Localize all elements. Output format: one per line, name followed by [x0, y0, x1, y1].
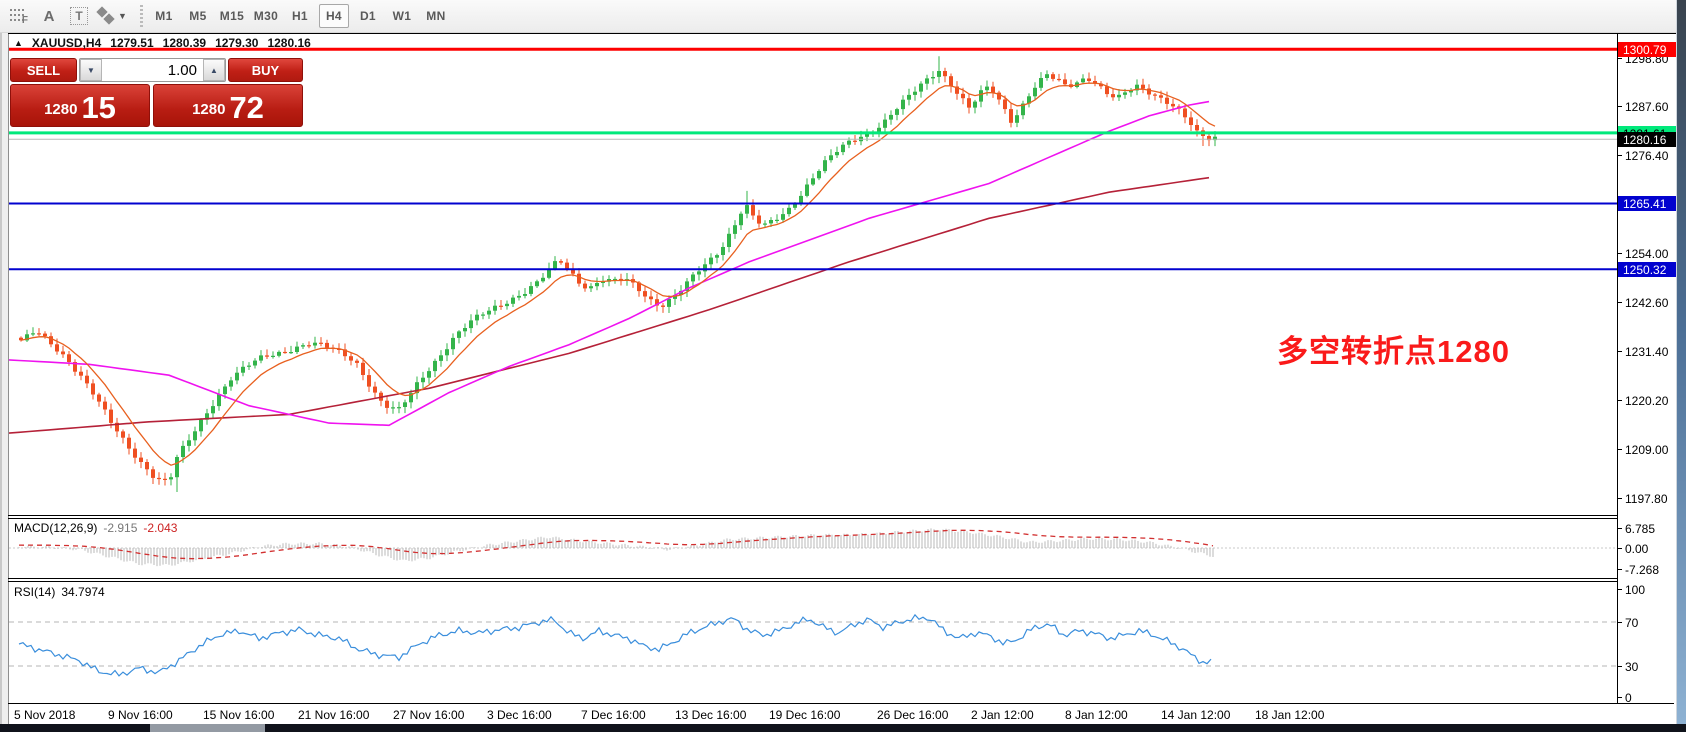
timeframe-button-m30[interactable]: M30 [251, 4, 281, 28]
date-axis-label: 26 Dec 16:00 [877, 708, 948, 722]
rsi-indicator-chart [9, 582, 1617, 703]
macd-label: MACD(12,26,9) [14, 521, 97, 535]
volume-increase-button[interactable]: ▲ [203, 59, 225, 81]
price-axis-label: 1242.60 [1622, 295, 1676, 310]
date-axis-label: 5 Nov 2018 [14, 708, 75, 722]
arrows-tool-icon [97, 8, 115, 24]
buy-price-pips: 72 [229, 95, 263, 121]
timeframe-button-h4[interactable]: H4 [319, 4, 349, 28]
volume-spinner: ▼ 1.00 ▲ [79, 58, 226, 82]
toolbar: F A T ▼ M1M5M15M30H1H4D1W1MN [0, 0, 1676, 33]
price-level-flag: 1300.79 [1618, 42, 1676, 57]
ohlc-close: 1280.16 [267, 36, 310, 50]
text-label-tool-button[interactable]: A [36, 4, 62, 28]
rsi-axis-label: 0 [1622, 690, 1676, 705]
price-axis-label: 1254.00 [1622, 246, 1676, 261]
arrows-tool-button[interactable]: ▼ [96, 4, 128, 28]
macd-axis-label: 0.00 [1622, 541, 1676, 556]
sell-button[interactable]: SELL [10, 58, 77, 82]
price-axis-label: 1220.20 [1622, 393, 1676, 408]
buy-button[interactable]: BUY [228, 58, 303, 82]
macd-axis-label: -7.268 [1622, 562, 1676, 577]
date-axis-border [8, 703, 1674, 704]
rsi-label: RSI(14) [14, 585, 55, 599]
timeframe-button-d1[interactable]: D1 [353, 4, 383, 28]
macd-axis-label: 6.785 [1622, 521, 1676, 536]
timeframe-button-mn[interactable]: MN [421, 4, 451, 28]
bottom-scrollbar[interactable] [0, 724, 1686, 732]
price-axis-label: 1276.40 [1622, 148, 1676, 163]
volume-decrease-button[interactable]: ▼ [80, 59, 102, 81]
rsi-axis-label: 70 [1622, 615, 1676, 630]
sell-price-base: 1280 [44, 101, 77, 118]
toolbar-separator [140, 5, 143, 27]
price-level-flag: 1265.41 [1618, 196, 1676, 211]
buy-price-base: 1280 [192, 101, 225, 118]
ohlc-open: 1279.51 [110, 36, 153, 50]
scrollbar-thumb[interactable] [150, 724, 265, 732]
timeframe-button-m5[interactable]: M5 [183, 4, 213, 28]
macd-value-signal: -2.043 [143, 521, 177, 535]
sell-price-box[interactable]: 1280 15 [10, 84, 150, 127]
timeframe-button-h1[interactable]: H1 [285, 4, 315, 28]
date-axis-label: 3 Dec 16:00 [487, 708, 552, 722]
panel-separator[interactable] [8, 578, 1617, 579]
price-level-flag: 1250.32 [1618, 262, 1676, 277]
timeframe-button-m15[interactable]: M15 [217, 4, 247, 28]
date-axis-label: 8 Jan 12:00 [1065, 708, 1128, 722]
ohlc-high: 1280.39 [163, 36, 206, 50]
macd-value-main: -2.915 [103, 521, 137, 535]
indicator-list-icon: F [10, 8, 28, 24]
timeframe-button-w1[interactable]: W1 [387, 4, 417, 28]
date-axis-label: 19 Dec 16:00 [769, 708, 840, 722]
price-axis-label: 1287.60 [1622, 99, 1676, 114]
date-axis-label: 14 Jan 12:00 [1161, 708, 1230, 722]
rsi-axis-label: 100 [1622, 582, 1676, 597]
window-left-edge [0, 33, 9, 724]
chart-symbol: XAUUSD,H4 [32, 36, 101, 50]
buy-price-box[interactable]: 1280 72 [153, 84, 303, 127]
rsi-value: 34.7974 [61, 585, 104, 599]
rsi-label-row: RSI(14) 34.7974 [14, 585, 105, 599]
timeframe-button-m1[interactable]: M1 [149, 4, 179, 28]
panel-separator[interactable] [8, 515, 1617, 516]
indicator-list-button[interactable]: F [6, 4, 32, 28]
ohlc-low: 1279.30 [215, 36, 258, 50]
date-axis-label: 7 Dec 16:00 [581, 708, 646, 722]
price-axis-label: 1209.00 [1622, 442, 1676, 457]
date-axis-label: 21 Nov 16:00 [298, 708, 369, 722]
date-axis-label: 9 Nov 16:00 [108, 708, 173, 722]
mt4-window: F A T ▼ M1M5M15M30H1H4D1W1MN ▲ XAUUSD,H4… [0, 0, 1686, 732]
symbol-marker-icon: ▲ [14, 38, 23, 48]
window-right-edge [1676, 0, 1686, 732]
date-axis-label: 15 Nov 16:00 [203, 708, 274, 722]
price-axis-label: 1231.40 [1622, 344, 1676, 359]
date-axis-label: 18 Jan 12:00 [1255, 708, 1324, 722]
date-axis-label: 2 Jan 12:00 [971, 708, 1034, 722]
one-click-trading-panel: SELL ▼ 1.00 ▲ BUY 1280 15 1280 72 [10, 58, 303, 127]
text-box-icon: T [70, 7, 88, 25]
date-axis-label: 27 Nov 16:00 [393, 708, 464, 722]
macd-indicator-chart [9, 519, 1617, 578]
volume-input[interactable]: 1.00 [102, 59, 203, 81]
sell-price-pips: 15 [81, 95, 115, 121]
chevron-down-icon[interactable]: ▼ [118, 11, 127, 21]
rsi-axis-label: 30 [1622, 659, 1676, 674]
macd-label-row: MACD(12,26,9) -2.915 -2.043 [14, 521, 177, 535]
text-box-tool-button[interactable]: T [66, 4, 92, 28]
chart-ohlc-header: ▲ XAUUSD,H4 1279.51 1280.39 1279.30 1280… [14, 36, 311, 50]
price-axis-label: 1197.80 [1622, 491, 1676, 506]
chart-annotation-text: 多空转折点1280 [1277, 326, 1510, 371]
price-level-flag: 1280.16 [1618, 132, 1676, 147]
date-axis-label: 13 Dec 16:00 [675, 708, 746, 722]
